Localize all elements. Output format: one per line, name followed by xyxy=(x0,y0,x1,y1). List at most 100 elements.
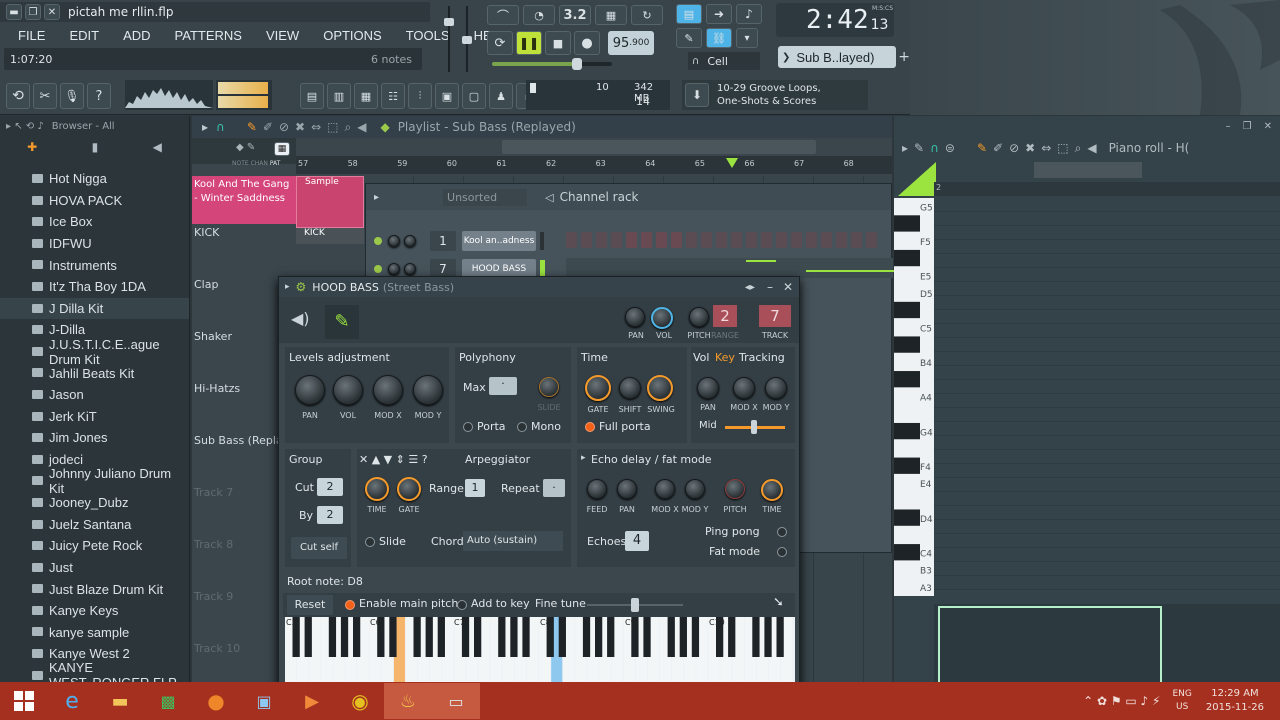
step-button[interactable] xyxy=(821,232,832,248)
list-item[interactable]: Jim Jones xyxy=(0,427,189,449)
mute-icon[interactable]: ✖ xyxy=(1025,141,1035,155)
piano-roll-scroll[interactable] xyxy=(1034,162,1142,178)
step-edit-icon[interactable]: ▦ xyxy=(595,5,627,25)
pan-knob[interactable] xyxy=(388,263,400,275)
velocity-panel[interactable] xyxy=(934,604,1280,686)
mixer-track-selector[interactable]: ❯ Sub B..layed) + xyxy=(778,46,910,68)
levels-vol-knob[interactable] xyxy=(333,375,363,405)
step-button[interactable] xyxy=(761,232,772,248)
magnet-icon[interactable]: ∩ xyxy=(216,120,225,134)
stamp-icon[interactable]: ⊜ xyxy=(945,141,955,155)
reset-button[interactable]: Reset xyxy=(287,595,333,615)
list-item[interactable]: HOVA PACK xyxy=(0,190,189,212)
channel-number[interactable]: 1 xyxy=(430,231,456,251)
list-item[interactable]: Ice Box xyxy=(0,211,189,233)
clip-sample[interactable]: Sample xyxy=(296,176,364,228)
black-key[interactable] xyxy=(894,336,920,353)
browser-icon[interactable]: ▢ xyxy=(462,83,486,109)
tracking-pan-knob[interactable] xyxy=(697,377,719,399)
settings-menu-icon[interactable]: ▸ xyxy=(285,282,290,292)
tracking-key-tab[interactable]: Key xyxy=(715,351,735,364)
menu-patterns[interactable]: PATTERNS xyxy=(175,28,242,43)
step-button[interactable] xyxy=(791,232,802,248)
paint-icon[interactable]: ✐ xyxy=(263,120,273,134)
mixer-sliders-icon[interactable]: ⫶ xyxy=(408,83,432,109)
list-item-selected[interactable]: J Dilla Kit xyxy=(0,297,189,320)
list-item[interactable]: Jahlil Beats Kit xyxy=(0,362,189,384)
pattern-icon[interactable]: ◆ xyxy=(380,120,389,134)
list-item[interactable]: IDFWU xyxy=(0,233,189,255)
playlist-icon[interactable]: ▤ xyxy=(300,83,324,109)
pattern-song-mode[interactable]: 3.2 xyxy=(559,5,591,25)
arp-controls-icons[interactable]: ✕ ▲ ▼ ⇕ ☰ ? xyxy=(359,453,428,466)
white-key[interactable] xyxy=(894,405,934,422)
store-icon[interactable]: ▩ xyxy=(144,683,192,719)
black-key[interactable] xyxy=(894,249,920,267)
list-item[interactable]: Jooney_Dubz xyxy=(0,492,189,514)
play-icon[interactable]: ◀ xyxy=(1087,141,1096,155)
scrollbar[interactable] xyxy=(502,140,816,154)
browser-tab-all-icon[interactable]: ✚ xyxy=(27,140,37,154)
menu-add[interactable]: ADD xyxy=(123,28,150,43)
pitch-range-value[interactable]: 2 xyxy=(713,305,737,327)
max-polyphony-field[interactable]: · xyxy=(489,377,517,395)
black-key[interactable] xyxy=(389,617,397,657)
loop-record-icon[interactable]: ↻ xyxy=(631,5,663,25)
snap-selector[interactable]: ∩ Cell xyxy=(688,52,760,70)
black-key[interactable] xyxy=(558,617,566,657)
black-key[interactable] xyxy=(425,617,433,657)
step-button[interactable] xyxy=(851,232,862,248)
minimize-icon[interactable]: – xyxy=(767,280,773,294)
browser-tab-file-icon[interactable]: ▮ xyxy=(92,140,99,154)
vol-knob[interactable] xyxy=(404,235,416,247)
mixer-track-value[interactable]: 7 xyxy=(759,305,791,327)
network-app-icon[interactable]: ▣ xyxy=(240,683,288,719)
list-item[interactable]: Instruments xyxy=(0,254,189,276)
metronome-icon[interactable]: ⌒ xyxy=(487,5,519,25)
close-icon[interactable]: ✕ xyxy=(1264,121,1272,132)
news-panel[interactable]: ⬇ 10-29 Groove Loops, One-Shots & Scores xyxy=(682,80,868,110)
black-key[interactable] xyxy=(894,215,920,232)
step-button[interactable] xyxy=(716,232,727,248)
black-key[interactable] xyxy=(894,509,920,526)
browser-menu-icon[interactable]: ▸ ↖ ⟲ ♪ xyxy=(6,121,44,132)
list-item[interactable]: It'z Tha Boy 1DA xyxy=(0,276,189,298)
black-key[interactable] xyxy=(776,617,784,657)
language-indicator[interactable]: ENG US xyxy=(1172,688,1191,714)
vol-knob[interactable] xyxy=(404,263,416,275)
black-key[interactable] xyxy=(894,371,920,388)
close-icon[interactable]: ✕ xyxy=(783,280,793,294)
black-key[interactable] xyxy=(413,617,421,657)
step-button[interactable] xyxy=(596,232,607,248)
misc-tab-wrench-icon[interactable]: ✎ xyxy=(325,305,359,339)
slip-icon[interactable]: ⇔ xyxy=(311,120,321,134)
menu-options[interactable]: OPTIONS xyxy=(323,28,382,43)
pattern-grid-icon[interactable]: ▦ xyxy=(274,142,290,156)
pencil-icon[interactable]: ✎ xyxy=(247,120,257,134)
tracking-vol-tab[interactable]: Vol xyxy=(693,351,709,364)
browser-tab-speaker-icon[interactable]: ◀ xyxy=(153,140,162,154)
echo-mody-knob[interactable] xyxy=(685,479,705,499)
white-key[interactable] xyxy=(894,440,934,457)
paint-icon[interactable]: ✐ xyxy=(993,141,1003,155)
start-button[interactable] xyxy=(0,683,48,719)
playlist-menu-icon[interactable]: ▸ xyxy=(202,120,208,134)
menu-view[interactable]: VIEW xyxy=(266,28,299,43)
mixer-icon[interactable]: ☷ xyxy=(381,83,405,109)
black-key[interactable] xyxy=(691,617,700,657)
black-key[interactable] xyxy=(764,617,772,657)
step-button[interactable] xyxy=(776,232,787,248)
help-icon[interactable]: ? xyxy=(87,83,111,109)
ping-pong-radio[interactable] xyxy=(777,527,787,537)
list-item[interactable]: Hot Nigga xyxy=(0,168,189,190)
echo-time-knob[interactable] xyxy=(761,479,783,501)
black-key[interactable] xyxy=(522,617,530,657)
restore-icon[interactable]: ❐ xyxy=(1243,121,1252,132)
channel-name-button[interactable]: Kool an..adness xyxy=(462,231,536,251)
root-note-keyboard[interactable]: C5 C6 C7 C8 C9 C10 xyxy=(285,617,795,683)
step-sequencer[interactable] xyxy=(566,232,881,250)
dropdown-icon[interactable]: ▾ xyxy=(736,28,758,48)
black-key[interactable] xyxy=(498,617,506,657)
mono-radio[interactable] xyxy=(517,422,527,432)
full-porta-radio[interactable] xyxy=(585,422,595,432)
